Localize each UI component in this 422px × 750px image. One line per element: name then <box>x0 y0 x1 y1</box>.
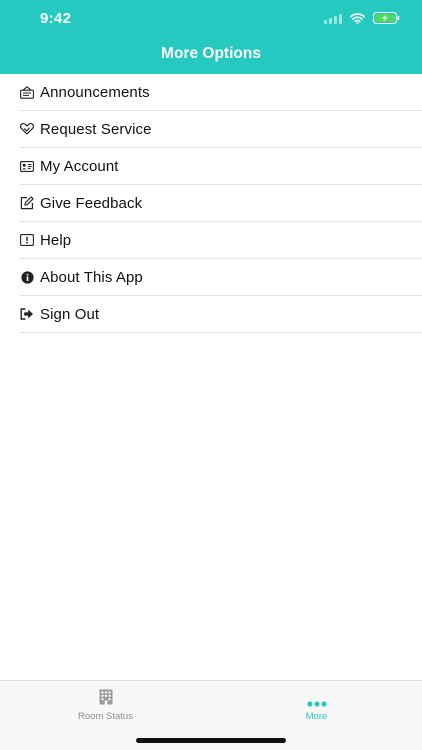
tab-more[interactable]: More <box>211 681 422 731</box>
id-card-icon <box>20 159 34 173</box>
page-title: More Options <box>161 45 261 62</box>
signal-icon <box>324 13 342 24</box>
menu-item-give-feedback[interactable]: Give Feedback <box>20 185 422 222</box>
tab-label: Room Status <box>78 711 133 722</box>
building-icon <box>99 689 113 710</box>
menu-item-label: Sign Out <box>40 305 100 323</box>
menu-item-label: About This App <box>40 268 143 286</box>
battery-charging-icon <box>373 12 400 24</box>
menu-item-label: My Account <box>40 157 119 175</box>
sign-out-icon <box>20 307 34 321</box>
header: 9:42 More Options <box>0 0 422 74</box>
edit-icon <box>20 196 34 210</box>
menu-item-label: Request Service <box>40 120 152 138</box>
status-icons <box>324 11 400 25</box>
info-icon <box>20 270 34 284</box>
home-indicator <box>136 738 286 743</box>
menu-list: Announcements Request Service My Account… <box>20 74 422 333</box>
menu-item-label: Help <box>40 231 72 249</box>
menu-item-label: Announcements <box>40 83 150 101</box>
menu-item-my-account[interactable]: My Account <box>20 148 422 185</box>
menu-item-help[interactable]: Help <box>20 222 422 259</box>
handshake-icon <box>20 122 34 136</box>
menu-item-label: Give Feedback <box>40 194 143 212</box>
tab-room-status[interactable]: Room Status <box>0 681 211 731</box>
menu-item-request-service[interactable]: Request Service <box>20 111 422 148</box>
help-icon <box>20 233 34 247</box>
menu-item-about-this-app[interactable]: About This App <box>20 259 422 296</box>
screen: 9:42 More Options Announcements Request … <box>0 0 422 750</box>
announcement-icon <box>20 85 34 99</box>
tab-label: More <box>305 711 328 722</box>
menu-item-announcements[interactable]: Announcements <box>20 74 422 111</box>
more-dots-icon <box>306 694 327 712</box>
wifi-icon <box>350 12 365 24</box>
menu-item-sign-out[interactable]: Sign Out <box>20 296 422 333</box>
status-time: 9:42 <box>40 10 72 27</box>
